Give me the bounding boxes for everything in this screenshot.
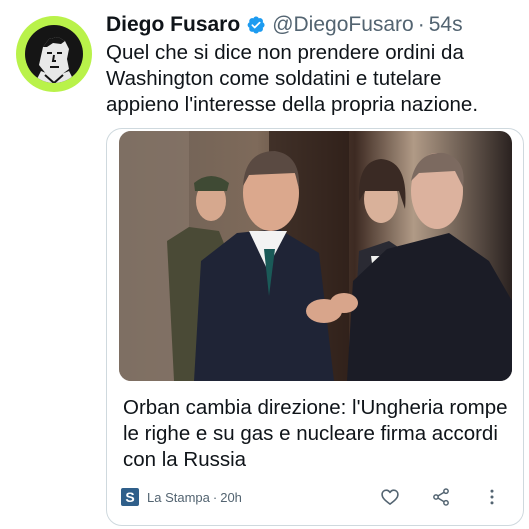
tweet-text: Quel che si dice non prendere ordini da …	[106, 41, 479, 116]
tweet-header: Diego Fusaro @DiegoFusaro · 54s	[106, 12, 463, 38]
more-vertical-icon	[490, 489, 494, 505]
card-footer: S La Stampa · 20h	[121, 485, 511, 509]
author-name[interactable]: Diego Fusaro	[106, 12, 240, 38]
share-button[interactable]	[430, 486, 452, 508]
more-options-button[interactable]	[481, 486, 503, 508]
header-separator: ·	[417, 13, 425, 36]
tweet-timestamp[interactable]: 54s	[429, 12, 463, 38]
heart-icon	[381, 489, 399, 505]
author-handle[interactable]: @DiegoFusaro	[272, 12, 414, 38]
card-actions	[350, 485, 503, 509]
card-headline[interactable]: Orban cambia direzione: l'Ungheria rompe…	[123, 395, 513, 473]
avatar[interactable]	[16, 16, 92, 92]
source-name[interactable]: La Stampa	[147, 490, 210, 505]
link-card[interactable]: Orban cambia direzione: l'Ungheria rompe…	[106, 128, 524, 526]
avatar-portrait	[25, 25, 83, 83]
card-image[interactable]	[119, 131, 512, 381]
like-button[interactable]	[379, 486, 401, 508]
source-separator: ·	[212, 489, 218, 505]
verified-badge-icon	[246, 15, 266, 35]
tweet[interactable]: Diego Fusaro @DiegoFusaro · 54s Quel che…	[0, 0, 529, 529]
share-icon	[433, 488, 449, 506]
source-time: 20h	[220, 489, 242, 505]
source-logo-icon: S	[121, 488, 139, 506]
